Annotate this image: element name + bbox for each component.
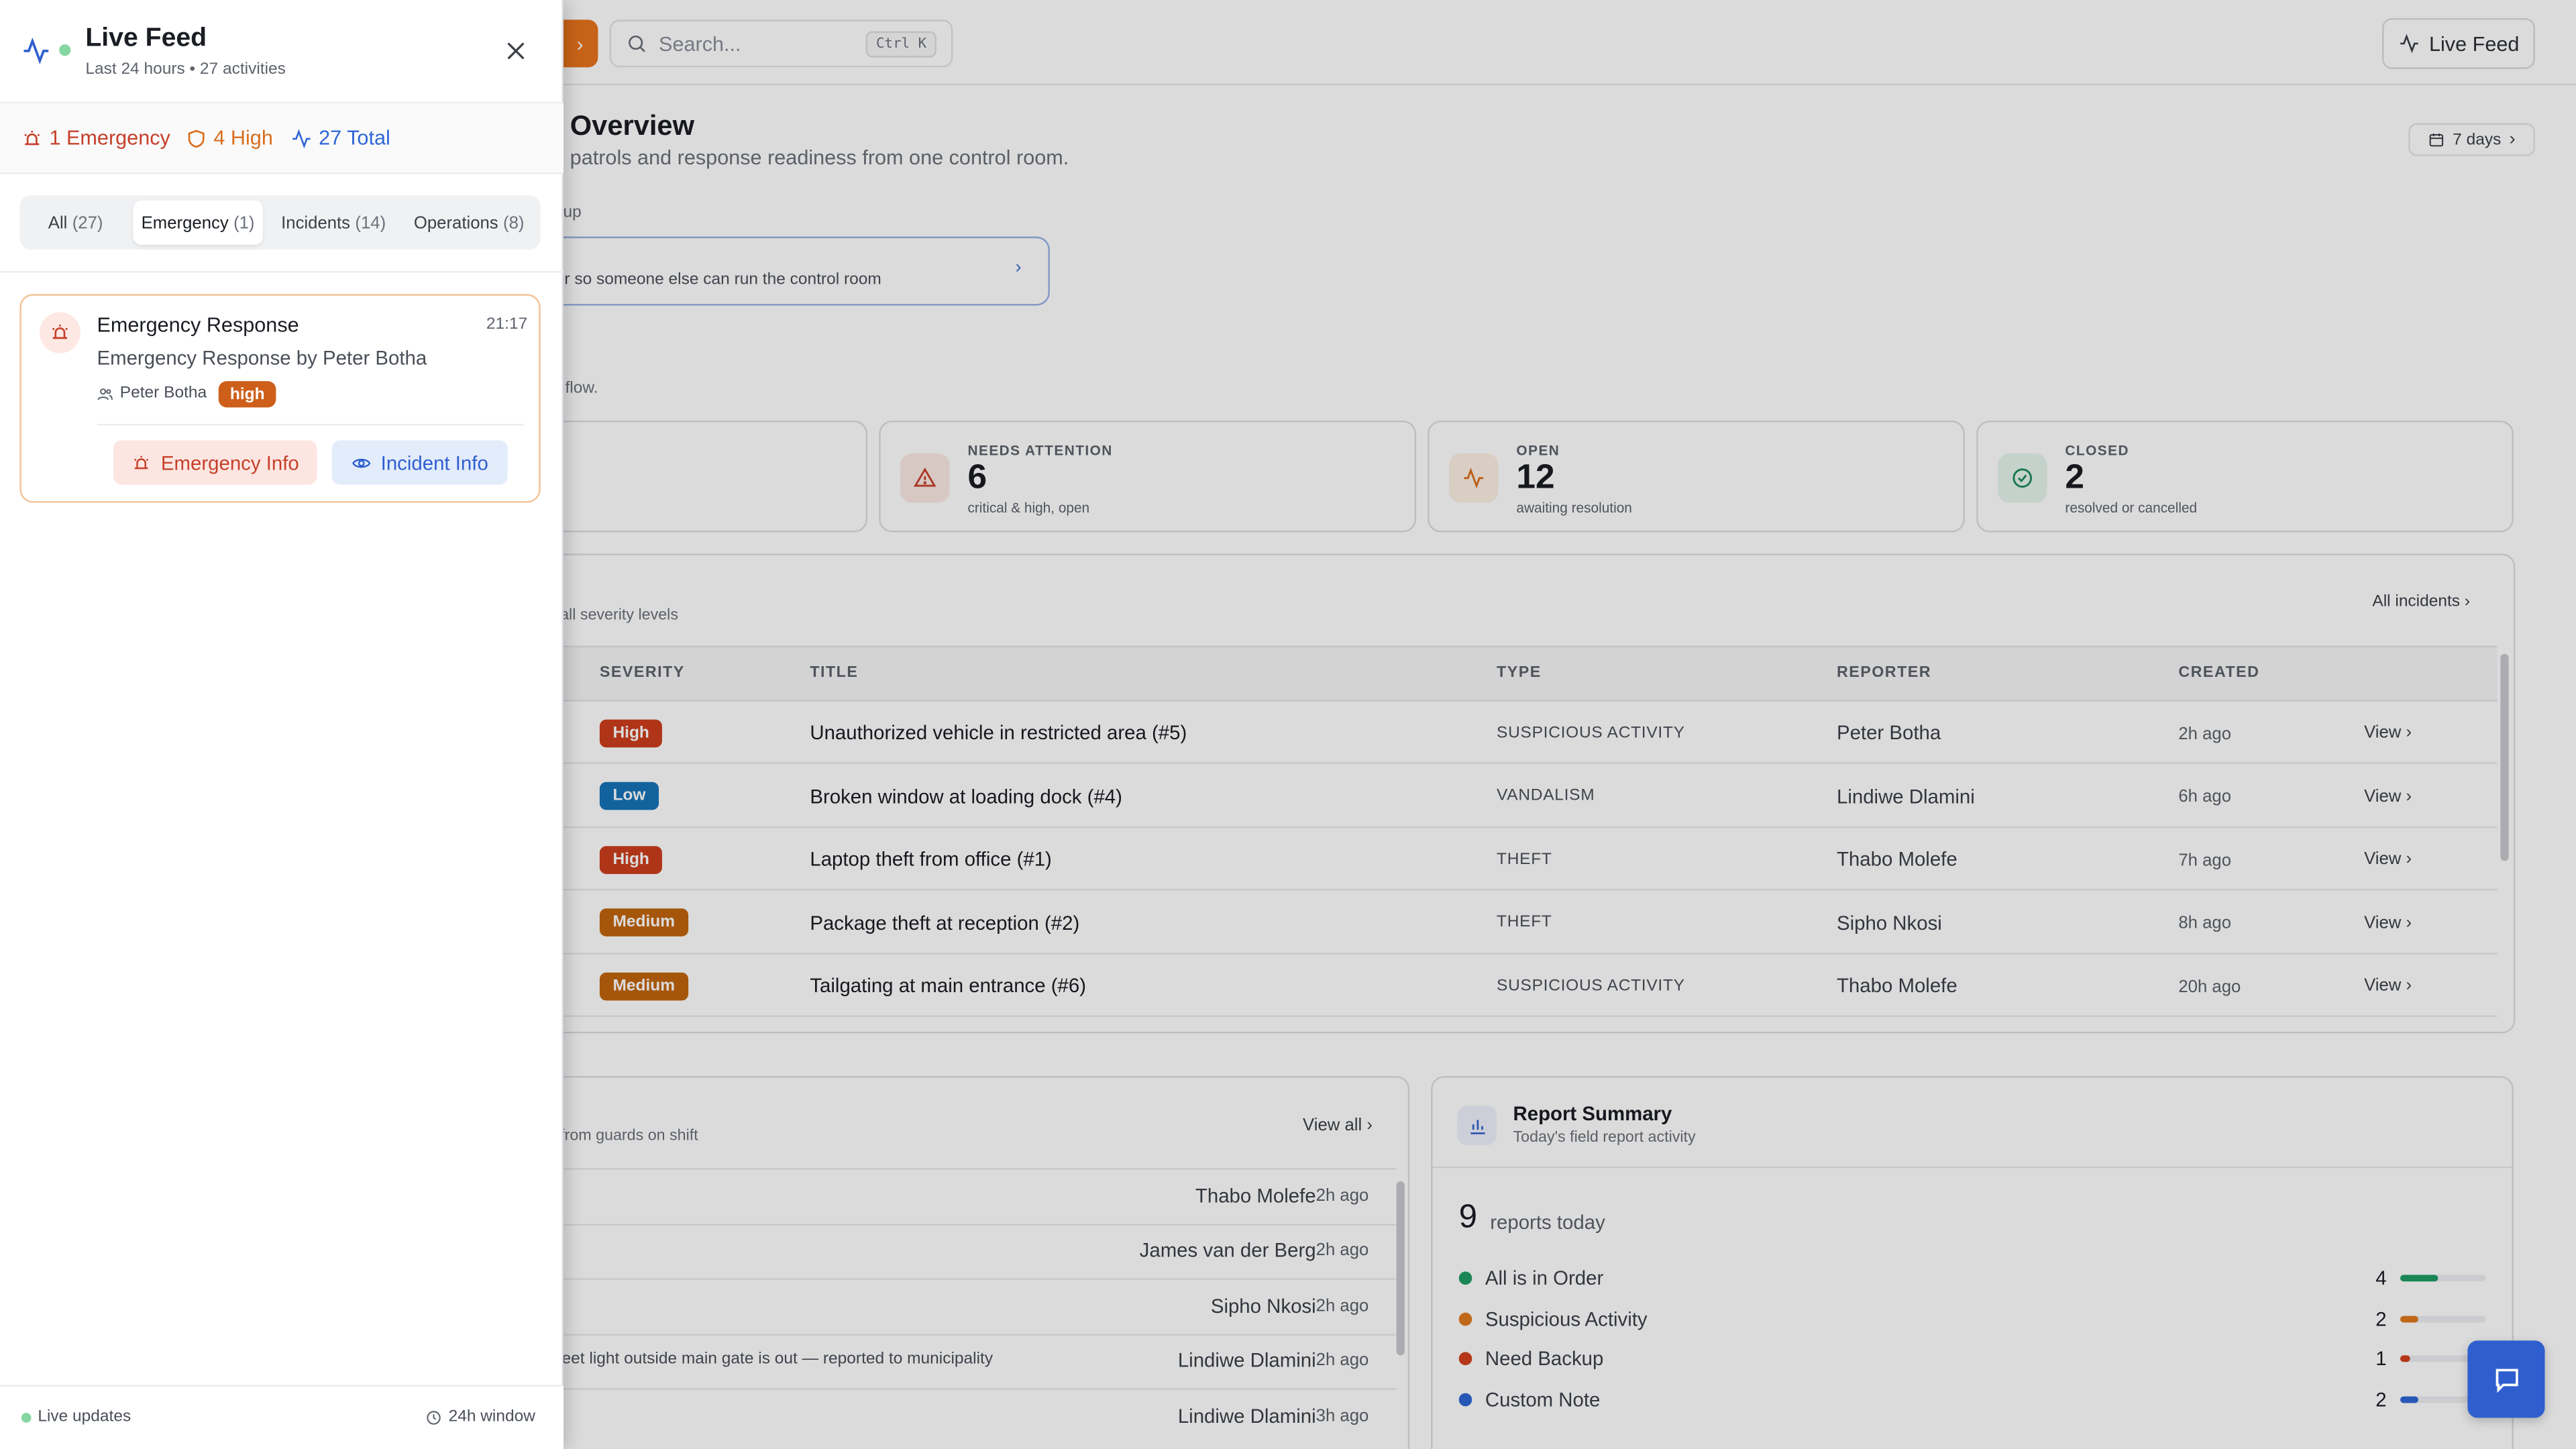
event-time: 21:17 bbox=[486, 315, 528, 334]
tab-label: All bbox=[48, 213, 68, 233]
event-title: Emergency Response bbox=[97, 313, 299, 337]
live-status-dot bbox=[59, 44, 71, 56]
divider bbox=[97, 423, 525, 426]
panel-title: Live Feed bbox=[85, 24, 207, 53]
tab-emergency[interactable]: Emergency (1) bbox=[133, 200, 263, 245]
incident-info-label: Incident Info bbox=[380, 451, 488, 474]
tab-count: (1) bbox=[233, 213, 255, 233]
shield-icon bbox=[188, 129, 205, 148]
siren-icon bbox=[24, 129, 40, 145]
tab-count: (8) bbox=[503, 213, 525, 233]
chat-icon bbox=[2495, 1368, 2518, 1393]
high-count[interactable]: 4 High bbox=[186, 127, 273, 150]
event-user: Peter Botha bbox=[97, 384, 207, 402]
chat-button[interactable] bbox=[2467, 1340, 2545, 1418]
tab-all[interactable]: All (27) bbox=[25, 201, 127, 245]
emergency-info-label: Emergency Info bbox=[160, 451, 299, 474]
tab-label: Emergency bbox=[141, 213, 229, 233]
divider bbox=[0, 271, 564, 273]
event-user-name: Peter Botha bbox=[119, 384, 207, 403]
live-updates-label: Live updates bbox=[38, 1407, 131, 1426]
emergency-count[interactable]: 1 Emergency bbox=[21, 127, 170, 150]
total-count[interactable]: 27 Total bbox=[290, 127, 390, 150]
close-icon[interactable] bbox=[502, 38, 529, 64]
tab-label: Operations bbox=[413, 213, 498, 233]
tab-incidents[interactable]: Incidents (14) bbox=[270, 201, 398, 245]
time-window: 24h window bbox=[425, 1408, 535, 1426]
activity-icon bbox=[292, 128, 311, 148]
event-description: Emergency Response by Peter Botha bbox=[97, 346, 427, 370]
tab-count: (14) bbox=[355, 213, 386, 233]
high-count-label: 4 High bbox=[213, 126, 273, 150]
users-icon bbox=[97, 387, 113, 400]
time-window-label: 24h window bbox=[448, 1407, 535, 1426]
live-updates-status: Live updates bbox=[21, 1408, 131, 1426]
activity-icon bbox=[23, 37, 49, 64]
severity-badge: high bbox=[218, 381, 276, 408]
eye-icon bbox=[352, 458, 370, 468]
emergency-count-label: 1 Emergency bbox=[49, 126, 170, 150]
live-dot bbox=[21, 1411, 32, 1422]
tab-count: (27) bbox=[72, 213, 103, 233]
tab-operations[interactable]: Operations (8) bbox=[404, 201, 533, 245]
siren-icon bbox=[39, 312, 81, 354]
panel-header bbox=[0, 0, 564, 104]
total-count-label: 27 Total bbox=[319, 126, 390, 150]
clock-icon bbox=[427, 1410, 441, 1424]
incident-info-button[interactable]: Incident Info bbox=[331, 440, 508, 485]
emergency-info-button[interactable]: Emergency Info bbox=[113, 440, 317, 485]
panel-subtitle: Last 24 hours • 27 activities bbox=[85, 60, 286, 79]
tab-label: Incidents bbox=[281, 213, 351, 233]
siren-icon bbox=[133, 455, 149, 468]
